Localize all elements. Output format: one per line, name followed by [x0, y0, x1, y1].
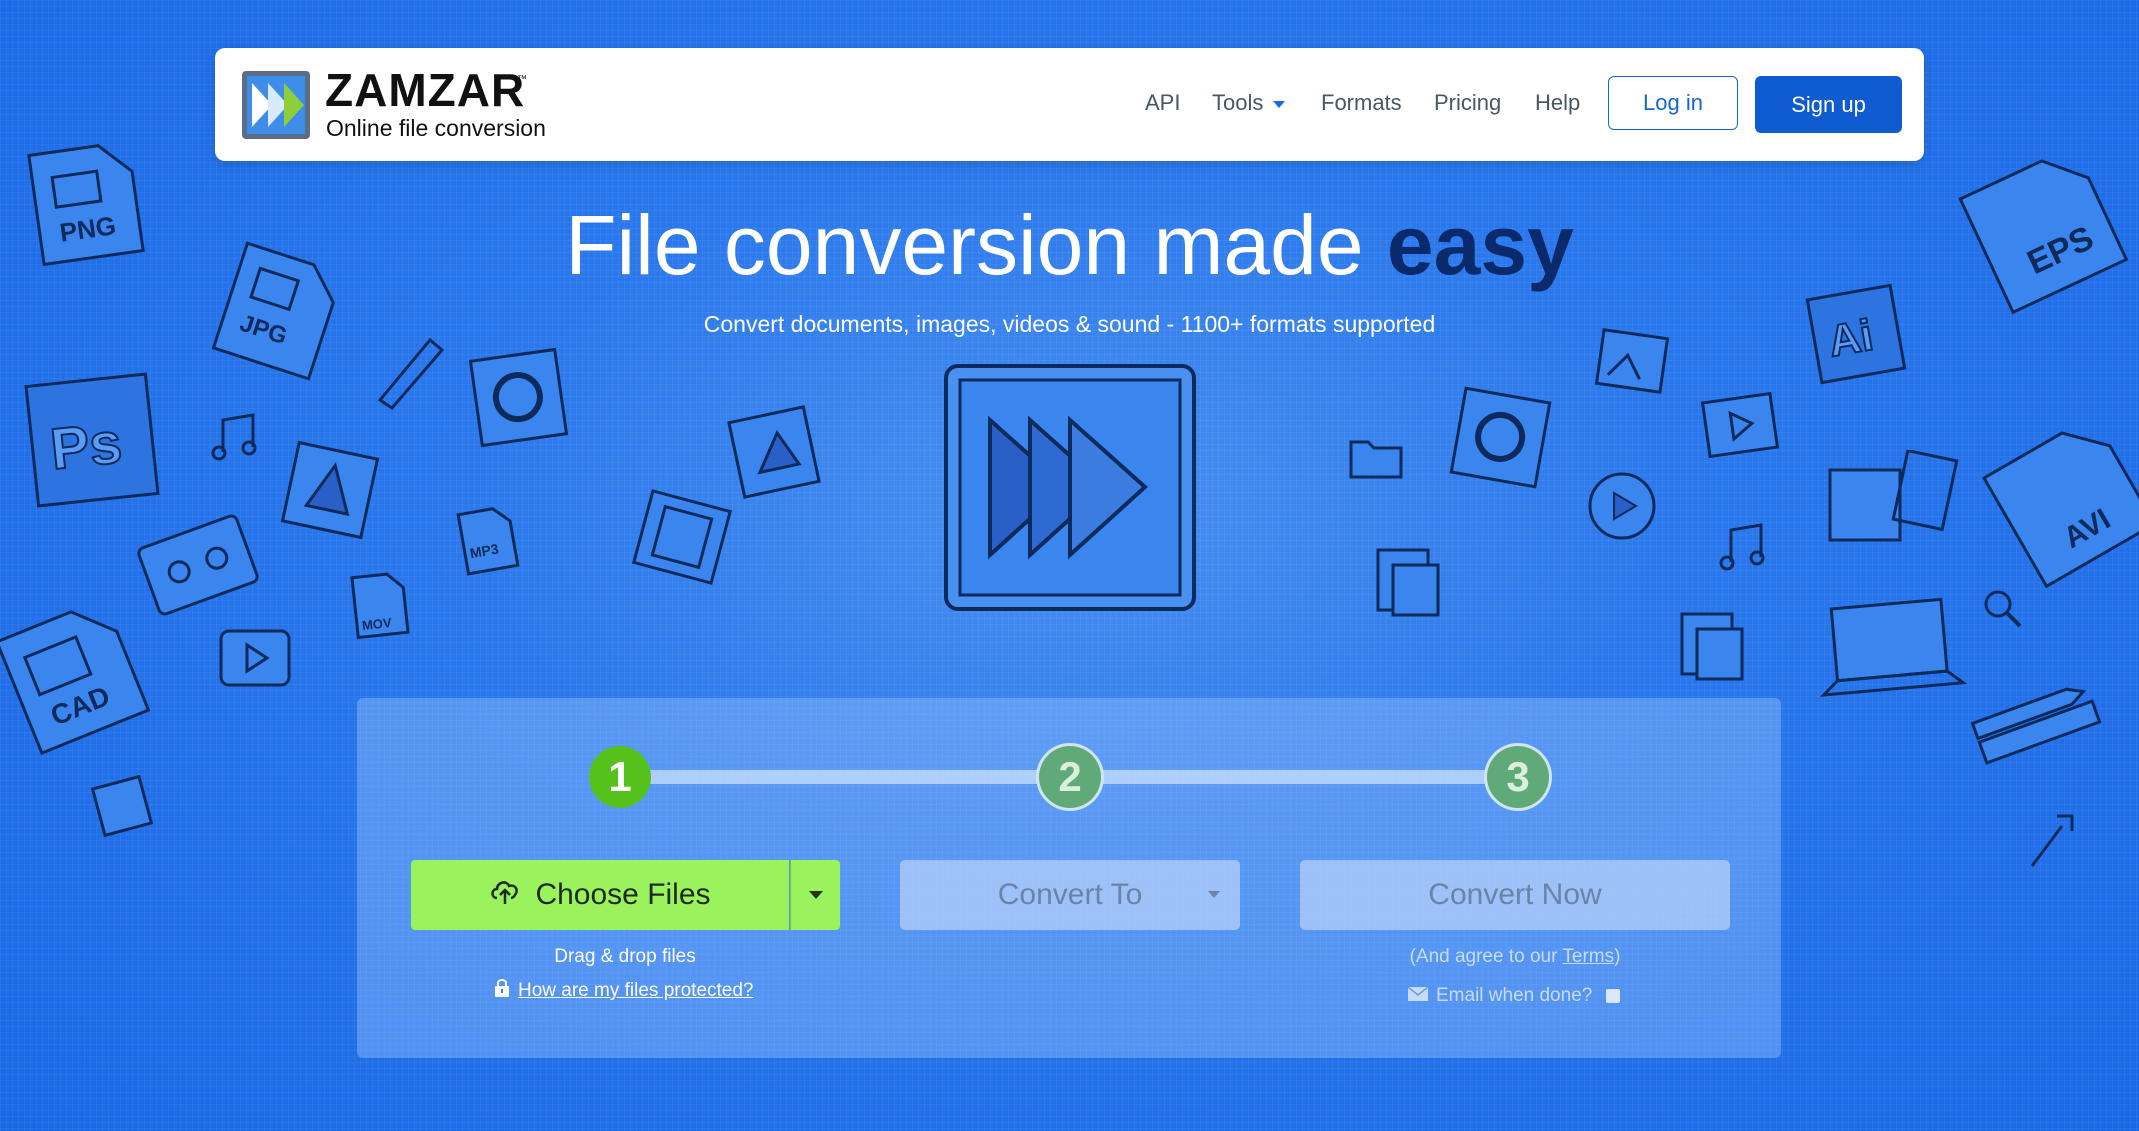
film-strip-icon — [1700, 391, 1780, 459]
file-protection-link[interactable]: How are my files protected? — [518, 980, 754, 1002]
brand-tagline: Online file conversion — [326, 115, 546, 141]
choose-files-label: Choose Files — [535, 878, 711, 911]
music-note-icon — [208, 410, 263, 465]
upload-cloud-icon — [489, 876, 521, 914]
hero-title-main: File conversion made — [565, 198, 1364, 292]
convert-to-select[interactable]: Convert To — [900, 860, 1240, 930]
center-fast-forward-icon — [940, 360, 1200, 615]
file-protection-row: How are my files protected? — [494, 978, 754, 1004]
terms-link[interactable]: Terms — [1562, 946, 1614, 967]
nav-formats[interactable]: Formats — [1321, 92, 1402, 114]
hero-title: File conversion made easy — [0, 203, 2139, 287]
play-triangle-icon — [280, 440, 380, 540]
choose-files-button[interactable]: Choose Files — [411, 860, 789, 930]
choose-files-dropdown-toggle[interactable] — [790, 860, 840, 930]
terms-agreement: (And agree to our Terms) — [1300, 946, 1730, 968]
top-navbar: ZAMZAR ™ Online file conversion API Tool… — [215, 48, 1924, 161]
caret-down-icon — [1208, 891, 1220, 898]
trademark-symbol: ™ — [517, 74, 527, 85]
ps-label: Ps — [47, 410, 124, 482]
brand-name: ZAMZAR — [325, 64, 526, 116]
clipboard-icon — [1368, 540, 1448, 620]
mov-file-icon: MOV — [350, 570, 410, 640]
contacts-icon — [90, 774, 154, 838]
lock-icon — [494, 978, 510, 1004]
nav-api[interactable]: API — [1145, 92, 1180, 114]
step-1-indicator: 1 — [589, 746, 651, 808]
mov-label: MOV — [361, 615, 392, 633]
email-when-done-checkbox[interactable] — [1606, 989, 1621, 1003]
agree-prefix: (And agree to our — [1409, 946, 1563, 967]
pencil-icon — [370, 330, 450, 410]
ruler-icon — [1964, 672, 2104, 765]
convert-now-button[interactable]: Convert Now — [1300, 860, 1730, 930]
refresh-file-icon-right — [1448, 385, 1553, 490]
step-2-indicator: 2 — [1036, 743, 1104, 811]
nav-pricing[interactable]: Pricing — [1434, 92, 1501, 114]
play-screen-icon — [215, 625, 295, 691]
laptop-icon — [1810, 594, 1970, 704]
caret-down-icon — [1273, 100, 1286, 108]
mp3-file-icon: MP3 — [456, 505, 520, 576]
nav-tools[interactable]: Tools — [1212, 90, 1286, 115]
cassette-icon — [137, 514, 259, 616]
step-3-indicator: 3 — [1484, 743, 1552, 811]
refresh-file-icon — [466, 345, 571, 450]
convert-to-label: Convert To — [997, 878, 1143, 911]
caret-down-icon — [808, 891, 823, 899]
signup-button[interactable]: Sign up — [1755, 76, 1902, 133]
music-note-icon-right — [1716, 520, 1771, 575]
agree-suffix: ) — [1614, 946, 1621, 967]
clipboard-icon-2 — [1672, 604, 1752, 684]
video-film-icon — [631, 489, 733, 585]
email-when-done-label: Email when done? — [1436, 985, 1593, 1006]
wrench-icon — [2022, 806, 2082, 876]
envelope-icon — [1407, 985, 1429, 1007]
email-when-done-row: Email when done? — [1407, 985, 1621, 1007]
layers-file-icon — [726, 404, 822, 500]
folder-icon — [1346, 432, 1406, 482]
hero-title-emphasis: easy — [1386, 198, 1574, 292]
photoshop-icon: Ps — [22, 370, 162, 510]
magnifier-icon — [1978, 584, 2028, 634]
nav-help[interactable]: Help — [1535, 92, 1580, 114]
login-button[interactable]: Log in — [1608, 76, 1738, 130]
zamzar-logo-icon[interactable] — [240, 69, 312, 141]
play-circle-icon — [1584, 468, 1660, 544]
drag-drop-hint: Drag & drop files — [554, 946, 696, 967]
cad-file-icon: CAD — [0, 600, 151, 756]
nav-tools-label: Tools — [1212, 90, 1264, 115]
image-gallery-icon — [1820, 450, 1960, 550]
hero-subtitle: Convert documents, images, videos & soun… — [703, 311, 1436, 337]
avi-file-icon: AVI — [1981, 420, 2139, 589]
